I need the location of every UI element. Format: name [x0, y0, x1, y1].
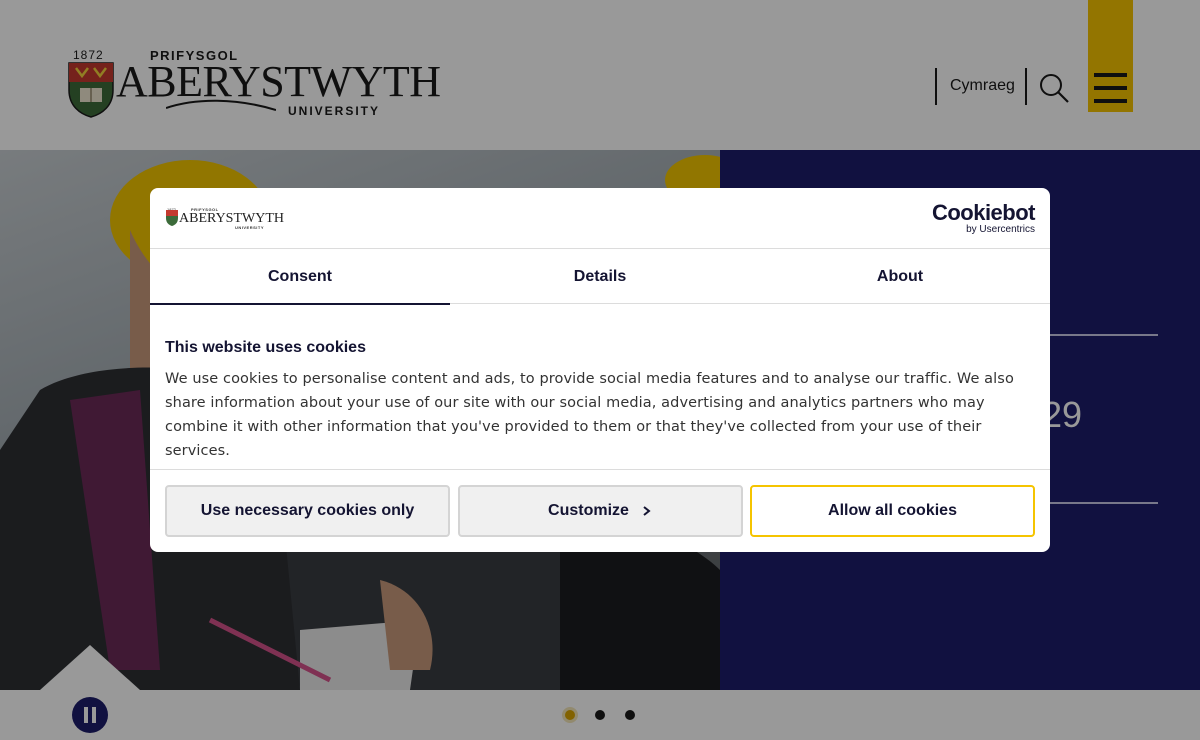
crest-icon: [166, 210, 178, 226]
necessary-cookies-label: Use necessary cookies only: [200, 502, 415, 519]
dialog-tabs: Consent Details About: [150, 249, 1050, 305]
dialog-description: We use cookies to personalise content an…: [165, 371, 1014, 459]
dialog-header: 1872 PRIFYSGOL ABERYSTWYTH UNIVERSITY Co…: [150, 188, 1050, 249]
tab-about[interactable]: About: [750, 249, 1050, 304]
dialog-title: This website uses cookies: [165, 339, 366, 356]
customize-label: Customize: [548, 502, 629, 519]
cookiebot-sub: by Usercentrics: [966, 224, 1035, 235]
cookie-consent-dialog: 1872 PRIFYSGOL ABERYSTWYTH UNIVERSITY Co…: [150, 188, 1050, 552]
cookiebot-logo[interactable]: Cookiebot by Usercentrics: [931, 200, 1036, 236]
tab-details[interactable]: Details: [450, 249, 750, 304]
customize-button[interactable]: Customize: [458, 485, 743, 537]
tab-consent[interactable]: Consent: [150, 249, 450, 305]
allow-all-cookies-button[interactable]: Allow all cookies: [750, 485, 1035, 537]
allow-all-label: Allow all cookies: [828, 502, 957, 519]
chevron-right-icon: [643, 506, 651, 516]
dialog-university-logo: 1872 PRIFYSGOL ABERYSTWYTH UNIVERSITY: [165, 207, 284, 231]
necessary-cookies-button[interactable]: Use necessary cookies only: [165, 485, 450, 537]
logo-bottom-text: UNIVERSITY: [235, 225, 265, 230]
cookiebot-brand: Cookiebot: [931, 200, 1036, 225]
divider: [150, 469, 1050, 470]
logo-name: ABERYSTWYTH: [179, 211, 284, 226]
